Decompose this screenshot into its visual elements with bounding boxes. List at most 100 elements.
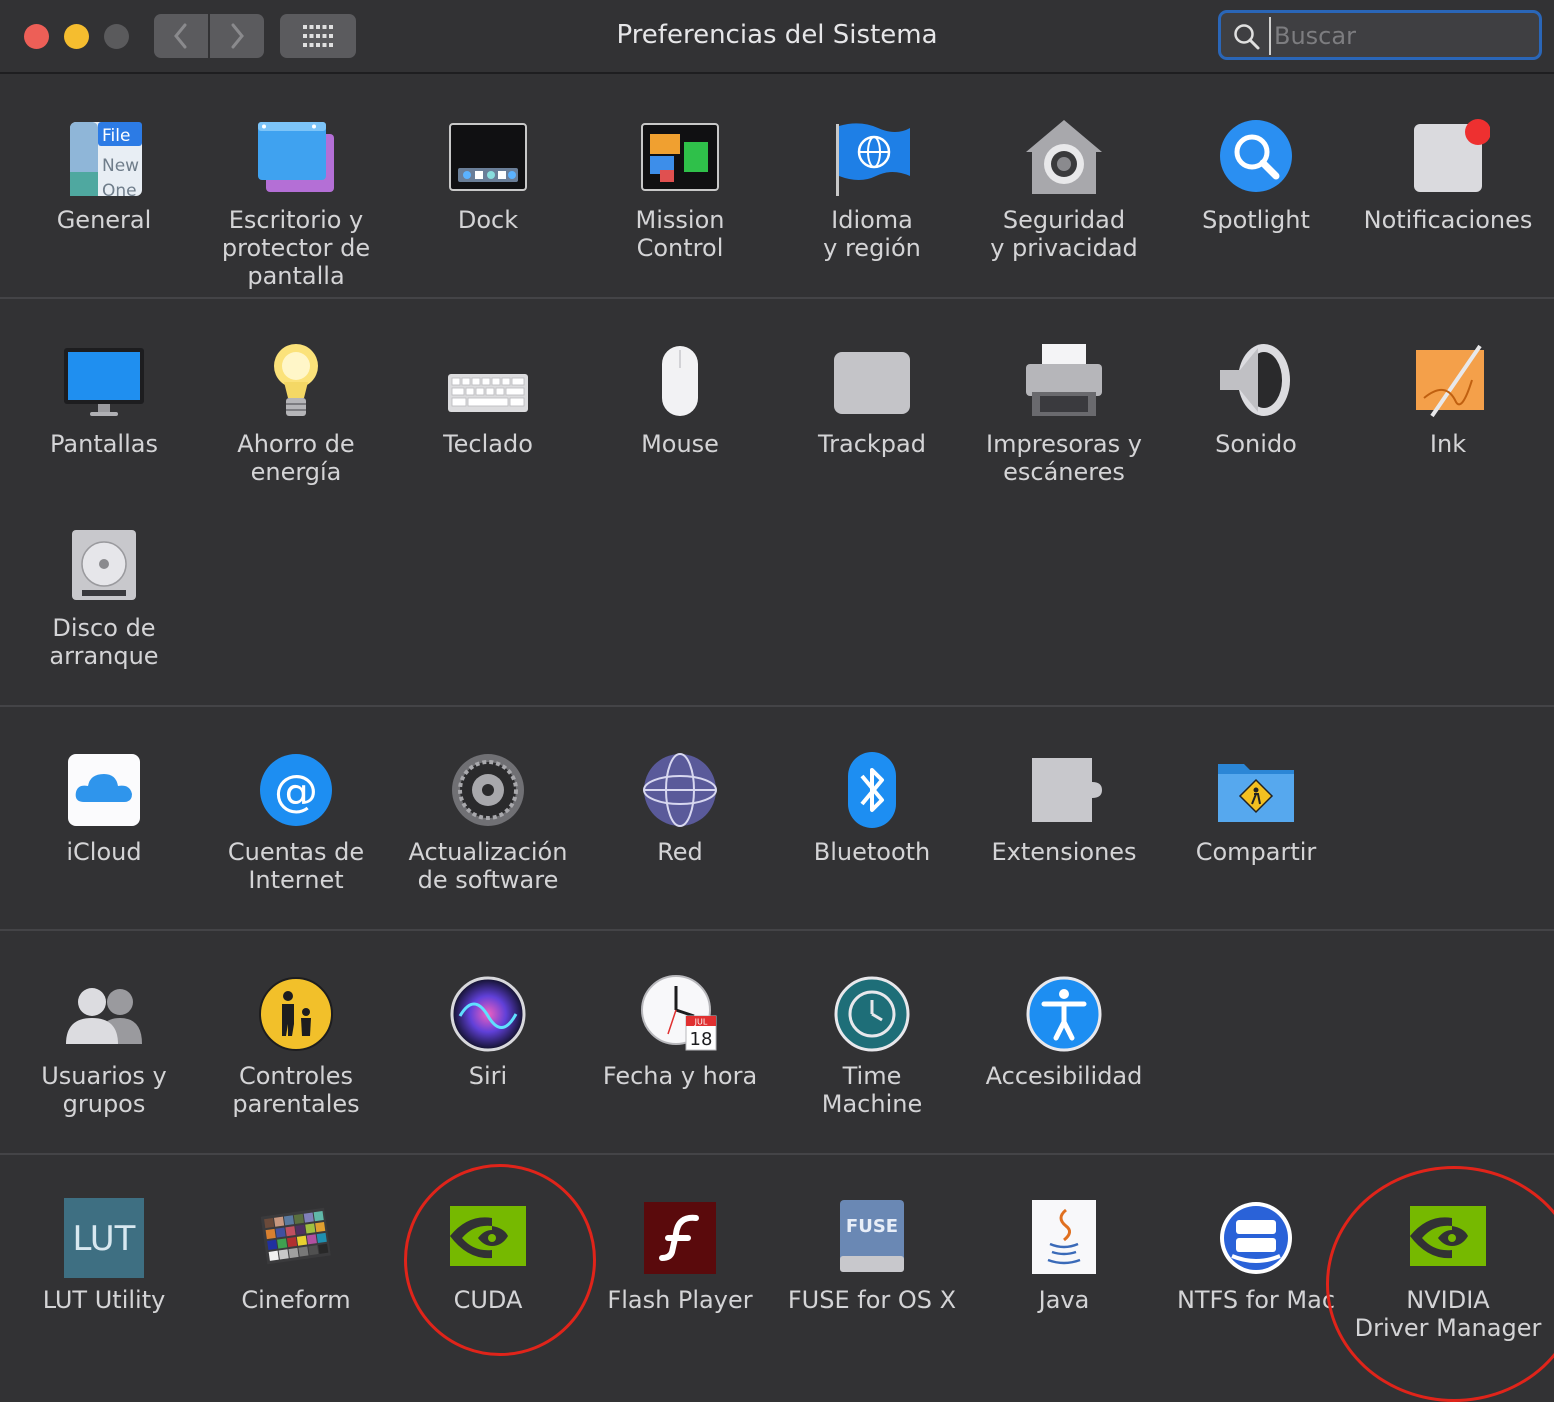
pref-flash-player[interactable]: Flash Player (584, 1196, 776, 1314)
lut-utility-icon: LUT (64, 1198, 144, 1278)
pref-extensions[interactable]: Extensiones (968, 748, 1160, 866)
pref-desktop-screensaver[interactable]: Escritorio y protector de pantalla (200, 116, 392, 290)
security-privacy-icon (1026, 120, 1102, 194)
section-divider (0, 929, 1554, 931)
pref-users-groups[interactable]: Usuarios y grupos (8, 972, 200, 1118)
pref-network[interactable]: Red (584, 748, 776, 866)
pref-siri[interactable]: Siri (392, 972, 584, 1090)
pref-bluetooth[interactable]: Bluetooth (776, 748, 968, 866)
pref-icloud[interactable]: iCloud (8, 748, 200, 866)
pref-internet-accounts[interactable]: @ Cuentas de Internet (200, 748, 392, 894)
pref-label: Trackpad (818, 430, 926, 458)
pref-date-time[interactable]: JUL 18 Fecha y hora (584, 972, 776, 1090)
pref-label: Sonido (1215, 430, 1297, 458)
pref-sharing[interactable]: Compartir (1160, 748, 1352, 866)
keyboard-icon (448, 374, 528, 412)
pref-label: Seguridad y privacidad (990, 206, 1138, 262)
pref-label: Time Machine (821, 1062, 923, 1118)
pref-label: Siri (468, 1062, 508, 1090)
pref-trackpad[interactable]: Trackpad (776, 340, 968, 458)
pref-printers-scanners[interactable]: Impresoras y escáneres (968, 340, 1160, 486)
date-time-icon: JUL 18 (641, 975, 717, 1051)
pref-fuse[interactable]: FUSE FUSE for OS X (776, 1196, 968, 1314)
dock-icon (449, 123, 527, 191)
forward-button[interactable] (210, 14, 264, 58)
show-all-button[interactable] (280, 14, 356, 58)
cineform-icon (260, 1207, 331, 1265)
pref-label: Spotlight (1202, 206, 1310, 234)
pref-cineform[interactable]: Cineform (200, 1196, 392, 1314)
pref-spotlight[interactable]: Spotlight (1160, 116, 1352, 234)
fuse-icon-text: FUSE (846, 1216, 898, 1237)
pref-language-region[interactable]: Idioma y región (776, 116, 968, 262)
trackpad-icon (834, 352, 910, 414)
mission-control-icon (641, 123, 719, 191)
pref-time-machine[interactable]: Time Machine (776, 972, 968, 1118)
pref-ink[interactable]: Ink (1352, 340, 1544, 458)
pref-dock[interactable]: Dock (392, 116, 584, 234)
pref-label: Red (657, 838, 703, 866)
accessibility-icon (1026, 976, 1102, 1052)
parental-controls-icon (259, 977, 333, 1051)
pref-label: Idioma y región (823, 206, 921, 262)
pref-label: Compartir (1195, 838, 1317, 866)
pref-label: FUSE for OS X (787, 1286, 957, 1314)
pref-label: Escritorio y protector de pantalla (221, 206, 371, 290)
search-field[interactable] (1218, 10, 1542, 60)
pref-label: Bluetooth (813, 838, 931, 866)
pref-software-update[interactable]: Actualización de software (392, 748, 584, 894)
back-button[interactable] (154, 14, 208, 58)
pref-label: Usuarios y grupos (41, 1062, 167, 1118)
pref-accessibility[interactable]: Accesibilidad (968, 972, 1160, 1090)
pref-lut-utility[interactable]: LUT LUT Utility (8, 1196, 200, 1314)
software-update-icon (452, 754, 524, 826)
bluetooth-icon (848, 752, 896, 828)
chevron-right-icon (231, 23, 244, 49)
lut-icon-text: LUT (73, 1219, 136, 1259)
mouse-icon (662, 346, 698, 416)
pref-label: LUT Utility (42, 1286, 166, 1314)
svg-text:File: File (102, 126, 130, 146)
users-groups-icon (66, 988, 142, 1044)
search-icon (1234, 24, 1260, 50)
sharing-icon (1218, 764, 1294, 822)
time-machine-icon (834, 976, 910, 1052)
close-window-button[interactable] (24, 24, 49, 49)
pref-displays[interactable]: Pantallas (8, 340, 200, 458)
search-input[interactable] (1269, 17, 1536, 55)
pref-mouse[interactable]: Mouse (584, 340, 776, 458)
pref-sound[interactable]: Sonido (1160, 340, 1352, 458)
pref-startup-disk[interactable]: Disco de arranque (8, 524, 200, 670)
pref-keyboard[interactable]: Teclado (392, 340, 584, 458)
general-icon: File New One (70, 122, 142, 200)
svg-text:New: New (102, 156, 139, 176)
pref-mission-control[interactable]: Mission Control (584, 116, 776, 262)
pref-label: Dock (457, 206, 519, 234)
pref-ntfs[interactable]: NTFS for Mac (1160, 1196, 1352, 1314)
zoom-window-button[interactable] (104, 24, 129, 49)
pref-java[interactable]: Java (968, 1196, 1160, 1314)
language-region-icon (836, 123, 910, 196)
section-divider (0, 705, 1554, 707)
calendar-month: JUL (694, 1018, 708, 1027)
startup-disk-icon (72, 530, 136, 600)
pref-security-privacy[interactable]: Seguridad y privacidad (968, 116, 1160, 262)
pref-general[interactable]: File New One General (8, 116, 200, 234)
pref-label: General (56, 206, 152, 234)
fuse-icon: FUSE (840, 1200, 904, 1272)
pref-label: Mouse (641, 430, 719, 458)
pref-notifications[interactable]: Notificaciones (1352, 116, 1544, 234)
spotlight-icon (1220, 120, 1292, 192)
pref-label: Notificaciones (1363, 206, 1533, 234)
pref-label: Ink (1429, 430, 1467, 458)
pref-label: Extensiones (991, 838, 1137, 866)
pref-energy-saver[interactable]: Ahorro de energía (200, 340, 392, 486)
notifications-icon (1414, 119, 1490, 192)
siri-icon (450, 976, 526, 1052)
pref-label: Ahorro de energía (237, 430, 355, 486)
icloud-icon (68, 754, 140, 826)
pref-parental-controls[interactable]: Controles parentales (200, 972, 392, 1118)
network-icon (643, 753, 717, 827)
title-bar: Preferencias del Sistema (0, 0, 1554, 74)
minimize-window-button[interactable] (64, 24, 89, 49)
